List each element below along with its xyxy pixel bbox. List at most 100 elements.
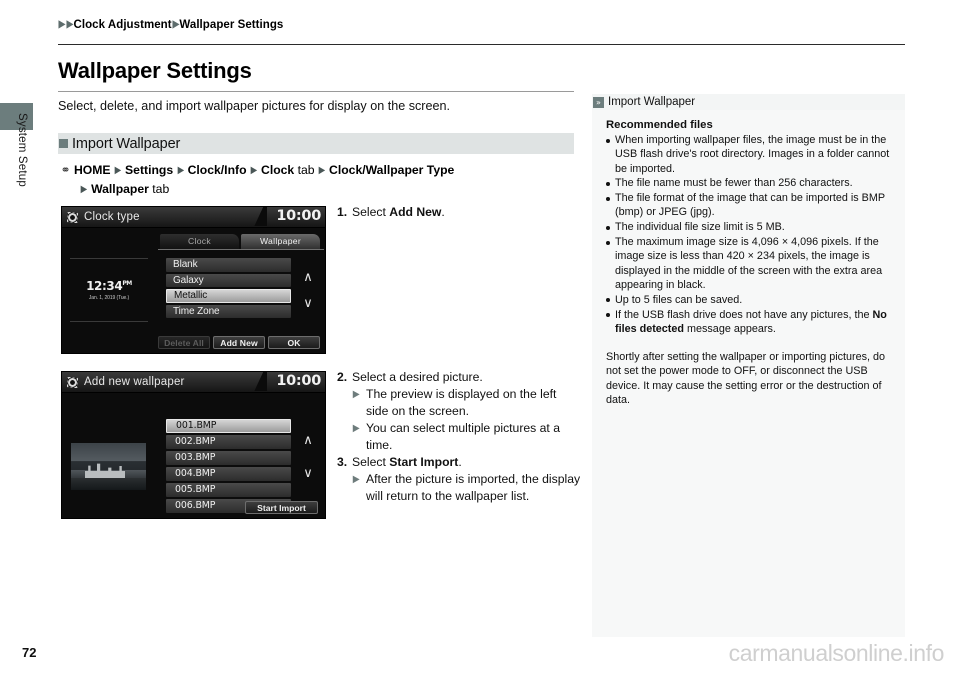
device-tab-wallpaper[interactable]: Wallpaper [241, 234, 320, 249]
navpath-clock-tab-word: tab [297, 163, 315, 177]
step-text-emphasis[interactable]: Add New [389, 205, 441, 219]
navpath-arrow-icon: ▶ [177, 165, 184, 176]
double-chevron-icon: » [593, 96, 604, 108]
start-import-button[interactable]: Start Import [245, 501, 318, 514]
step-2: 2. Select a desired picture. [337, 369, 582, 386]
step-1: 1. Select Add New. [337, 204, 582, 221]
list-item[interactable]: 004.BMP [166, 467, 291, 481]
bullet-arrow-icon: ▶ [352, 423, 360, 434]
page-title: Wallpaper Settings [58, 58, 252, 83]
navpath-arrow-icon: ▶ [318, 165, 326, 176]
clock-preview: 12:34PM Jan. 1, 2019 (Tue.) [70, 258, 148, 322]
page-number: 72 [22, 645, 37, 660]
thumbnail-ground [71, 478, 146, 490]
info-bullet: If the USB flash drive does not have any… [604, 308, 893, 337]
screenshot-clock-type: Clock type 10:00 Clock Wallpaper 12:34PM… [61, 206, 326, 354]
wallpaper-preview-thumbnail [71, 443, 146, 490]
info-panel: Recommended files When importing wallpap… [592, 110, 905, 637]
hand-pointer-icon: ⚭ [60, 163, 71, 177]
gear-icon [67, 211, 78, 223]
square-bullet-icon [59, 139, 68, 148]
step-note-text: You can select multiple pictures at a ti… [366, 421, 560, 452]
header-notch [251, 207, 267, 226]
device-tabs-divider [158, 249, 324, 250]
header-notch [251, 372, 267, 391]
device-header: Clock type 10:00 [62, 207, 325, 228]
step-text: Select Add New. [352, 204, 582, 221]
list-item[interactable]: Blank [166, 258, 291, 272]
info-bullet: The maximum image size is 4,096 × 4,096 … [604, 235, 893, 292]
breadcrumb-item-clock-adjustment[interactable]: Clock Adjustment [74, 19, 172, 31]
list-item[interactable]: 002.BMP [166, 435, 291, 449]
device-body: Clock Wallpaper 12:34PM Jan. 1, 2019 (Tu… [62, 228, 325, 353]
breadcrumb-arrow-icon: ▶ [172, 19, 179, 30]
info-bullet-list: When importing wallpaper files, the imag… [604, 133, 893, 336]
delete-all-button[interactable]: Delete All [158, 336, 210, 349]
list-item[interactable]: 001.BMP [166, 419, 291, 433]
screenshot-add-new-wallpaper: Add new wallpaper 10:00 001.BMP 002.BMP … [61, 371, 326, 519]
navpath-arrow-icon: ▶ [80, 184, 88, 195]
navpath-wallpaper-tab-word: tab [152, 182, 170, 196]
info-bullet-pre: If the USB flash drive does not have any… [615, 308, 873, 321]
info-subheading: Recommended files [606, 119, 713, 131]
list-item[interactable]: Galaxy [166, 273, 291, 287]
clock-preview-time-value: 12:34 [86, 279, 123, 293]
section-header-label: Import Wallpaper [72, 135, 181, 152]
page-intro-text: Select, delete, and import wallpaper pic… [58, 99, 451, 113]
breadcrumb-item-wallpaper-settings[interactable]: Wallpaper Settings [179, 19, 283, 31]
device-header: Add new wallpaper 10:00 [62, 372, 325, 393]
device-tabs: Clock Wallpaper [160, 234, 320, 249]
breadcrumb: ▶▶Clock Adjustment▶Wallpaper Settings [58, 19, 284, 31]
bullet-arrow-icon: ▶ [352, 474, 360, 485]
scroll-up-icon[interactable]: ∧ [300, 271, 316, 284]
list-item[interactable]: 003.BMP [166, 451, 291, 465]
step-text-post: . [441, 205, 445, 219]
info-warning-note: Shortly after setting the wallpaper or i… [606, 351, 886, 407]
device-title: Clock type [84, 211, 140, 223]
navpath-wallpaper[interactable]: Wallpaper [91, 182, 149, 196]
navpath-clock[interactable]: Clock [261, 163, 294, 177]
breadcrumb-arrow-icon: ▶ [58, 19, 66, 30]
list-item[interactable]: 005.BMP [166, 483, 291, 497]
navpath-home[interactable]: HOME [74, 163, 111, 177]
step-text-emphasis[interactable]: Start Import [389, 455, 458, 469]
scroll-down-icon[interactable]: ∨ [300, 297, 316, 310]
step-text-pre: Select [352, 455, 390, 469]
scroll-down-icon[interactable]: ∨ [300, 467, 316, 480]
scroll-up-icon[interactable]: ∧ [300, 434, 316, 447]
navpath-clock-info[interactable]: Clock/Info [188, 163, 247, 177]
device-title: Add new wallpaper [84, 376, 185, 388]
step-3-note-1: ▶ After the picture is imported, the dis… [352, 471, 582, 505]
info-panel-header-label: Import Wallpaper [608, 96, 696, 108]
info-panel-header: » Import Wallpaper [592, 94, 905, 111]
add-new-button[interactable]: Add New [213, 336, 265, 349]
sidebar-section-label: System Setup [16, 113, 28, 187]
step-number: 1. [337, 205, 348, 219]
breadcrumb-arrow-icon: ▶ [66, 19, 73, 30]
navpath-arrow-icon: ▶ [250, 165, 258, 176]
navpath-arrow-icon: ▶ [114, 165, 122, 176]
info-bullet: The file format of the image that can be… [604, 191, 893, 220]
step-text-pre: Select a desired picture. [352, 370, 483, 384]
step-note-text: After the picture is imported, the displ… [366, 472, 581, 503]
list-item[interactable]: Metallic [166, 289, 291, 303]
step-text: Select a desired picture. [352, 369, 582, 386]
section-header-import-wallpaper: Import Wallpaper [58, 133, 574, 154]
step-3: 3. Select Start Import. [337, 454, 582, 471]
navigation-path: ⚭ HOME ▶ Settings ▶ Clock/Info ▶ Clock ta… [60, 161, 580, 199]
navpath-clock-wallpaper-type[interactable]: Clock/Wallpaper Type [329, 163, 454, 177]
step-2-note-2: ▶ You can select multiple pictures at a … [352, 420, 582, 454]
info-bullet: When importing wallpaper files, the imag… [604, 133, 893, 176]
device-clock: 10:00 [276, 208, 321, 224]
navpath-settings[interactable]: Settings [125, 163, 173, 177]
step-number: 3. [337, 455, 348, 469]
list-item[interactable]: Time Zone [166, 304, 291, 318]
clock-preview-time: 12:34PM [86, 279, 132, 293]
title-divider [58, 91, 574, 92]
step-text-pre: Select [352, 205, 390, 219]
ok-button[interactable]: OK [268, 336, 320, 349]
info-bullet: Up to 5 files can be saved. [604, 293, 893, 307]
device-button-row: Delete All Add New OK [158, 336, 320, 349]
device-tab-clock[interactable]: Clock [160, 234, 239, 249]
device-clock: 10:00 [276, 373, 321, 389]
